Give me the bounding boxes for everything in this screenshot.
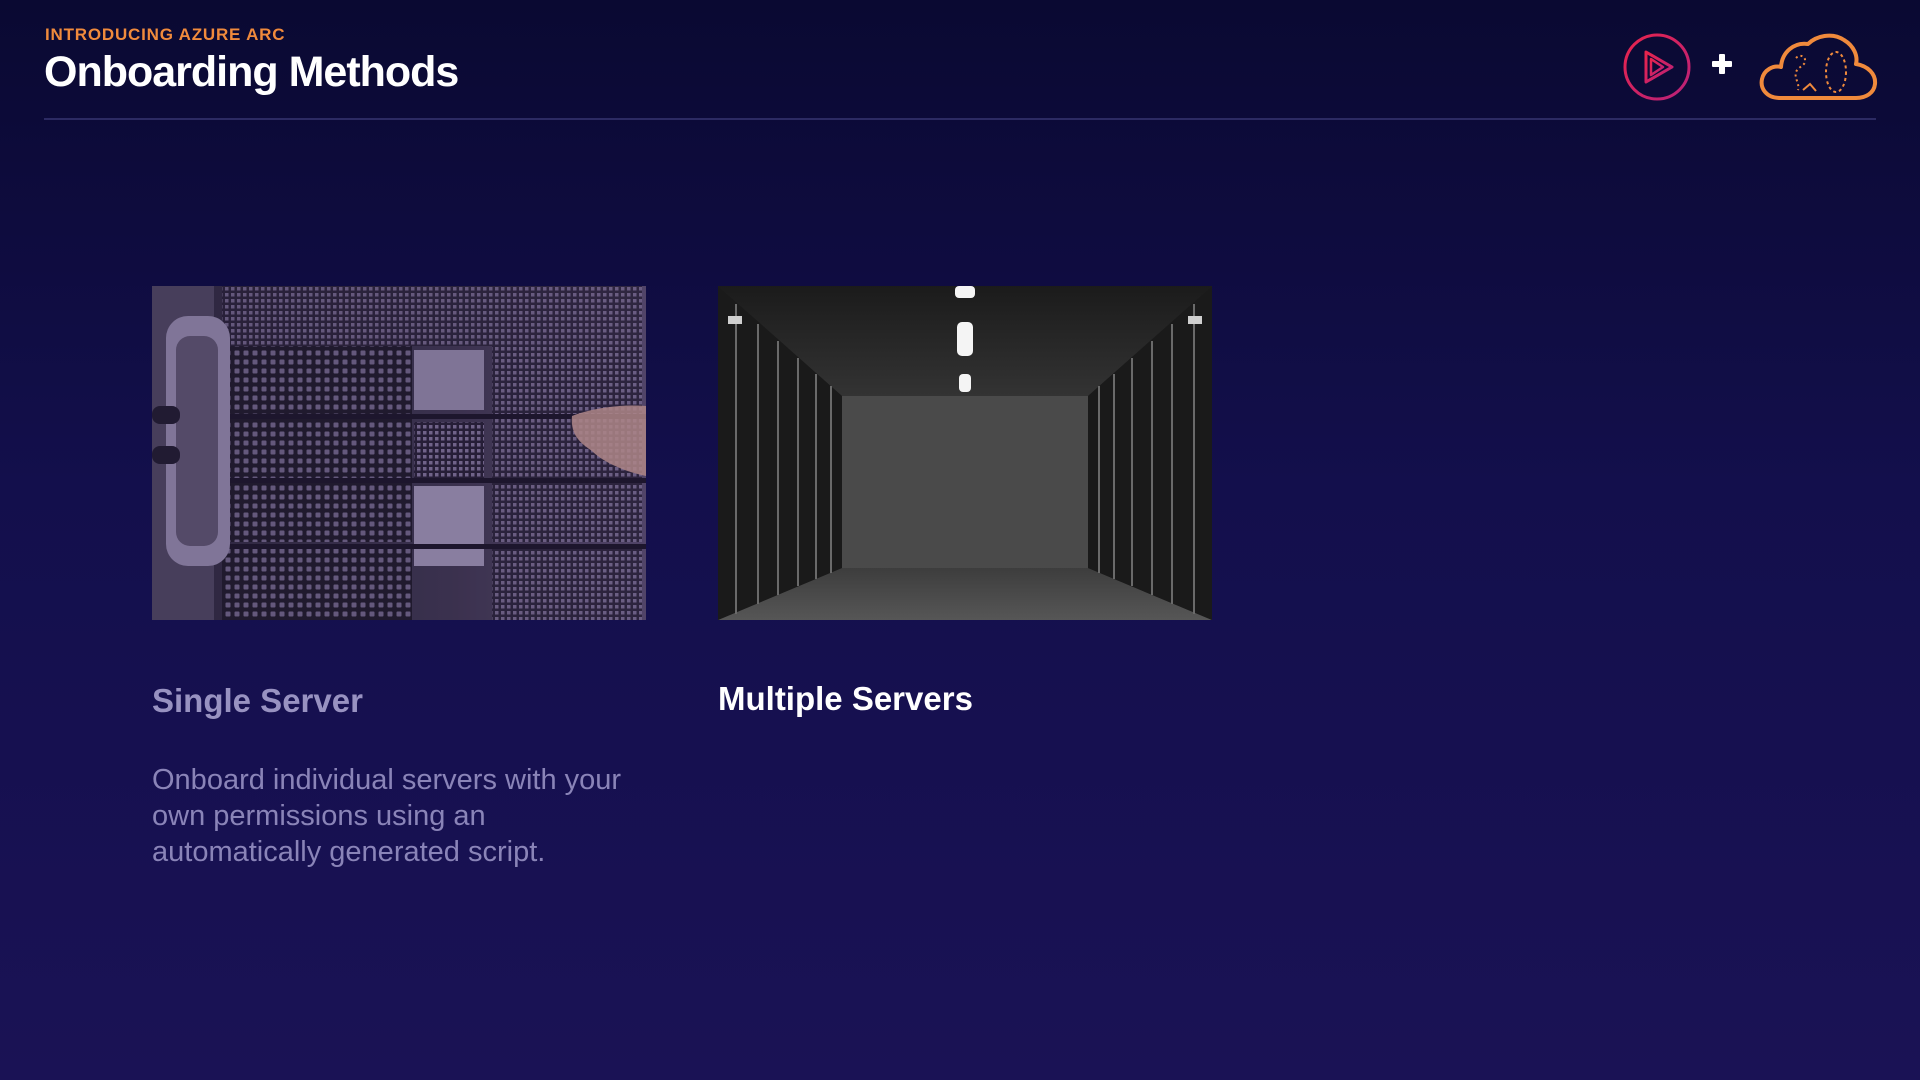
server-rack-photo <box>152 286 646 620</box>
card-multiple-servers: Multiple Servers <box>718 286 1212 717</box>
cloud-logo-icon <box>1759 33 1878 100</box>
card-title: Single Server <box>152 682 363 719</box>
card-title: Multiple Servers <box>718 680 973 717</box>
card-single-server: Single Server Onboard individual servers… <box>152 286 646 868</box>
plus-icon <box>1712 54 1732 74</box>
header-divider <box>44 118 1876 120</box>
slide-title: Onboarding Methods <box>44 48 459 96</box>
play-logo-icon <box>1623 33 1691 101</box>
server-room-photo <box>718 286 1212 620</box>
slide-eyebrow: INTRODUCING AZURE ARC <box>45 25 286 44</box>
card-description: Onboard individual servers with your own… <box>152 764 622 868</box>
